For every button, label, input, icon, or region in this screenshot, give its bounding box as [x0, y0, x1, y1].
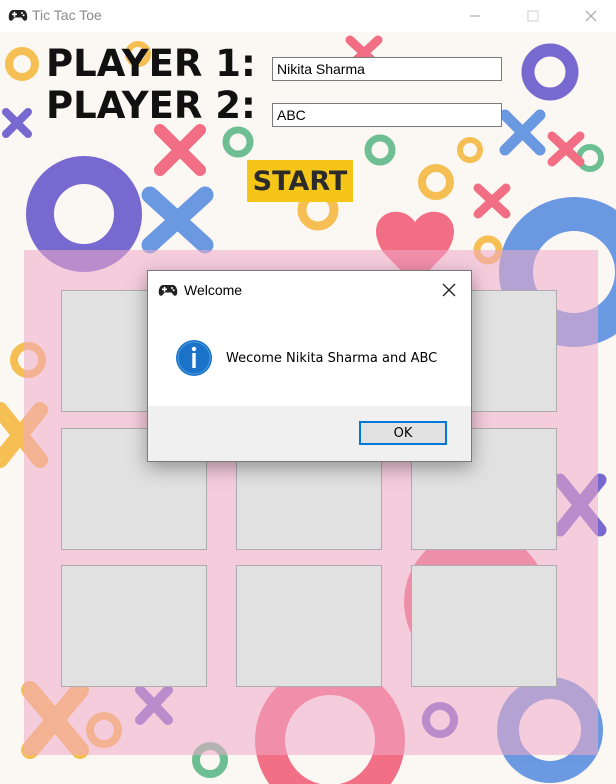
close-icon [585, 10, 597, 22]
window-title: Tic Tac Toe [32, 7, 102, 23]
board-cell-8[interactable] [236, 565, 382, 687]
minimize-button[interactable] [452, 0, 498, 32]
dialog-title: Welcome [184, 282, 243, 298]
gamepad-icon [158, 285, 178, 296]
board-cell-9[interactable] [411, 565, 557, 687]
welcome-dialog: Welcome Wecome Nikita Sharma and ABC OK [147, 270, 472, 462]
ok-button[interactable]: OK [359, 421, 447, 445]
player2-name-input[interactable] [272, 103, 502, 127]
board-cell-7[interactable] [61, 565, 207, 687]
player1-name-input[interactable] [272, 57, 502, 81]
player1-label: PLAYER 1: [46, 42, 256, 85]
dialog-footer: OK [148, 406, 471, 461]
title-bar: Tic Tac Toe [0, 0, 616, 32]
close-icon [442, 283, 456, 297]
close-button[interactable] [568, 0, 614, 32]
maximize-button[interactable] [510, 0, 556, 32]
minimize-icon [470, 15, 480, 17]
app-window: Tic Tac Toe PLAYER 1: PLAYER 2: Nikita S… [0, 0, 616, 784]
maximize-icon [527, 10, 539, 22]
player2-label: PLAYER 2: [46, 84, 256, 127]
dialog-message: Wecome Nikita Sharma and ABC [226, 351, 438, 366]
info-icon [176, 340, 212, 376]
gamepad-icon [8, 10, 28, 21]
dialog-close-button[interactable] [438, 279, 460, 301]
start-button[interactable]: START [247, 160, 353, 202]
